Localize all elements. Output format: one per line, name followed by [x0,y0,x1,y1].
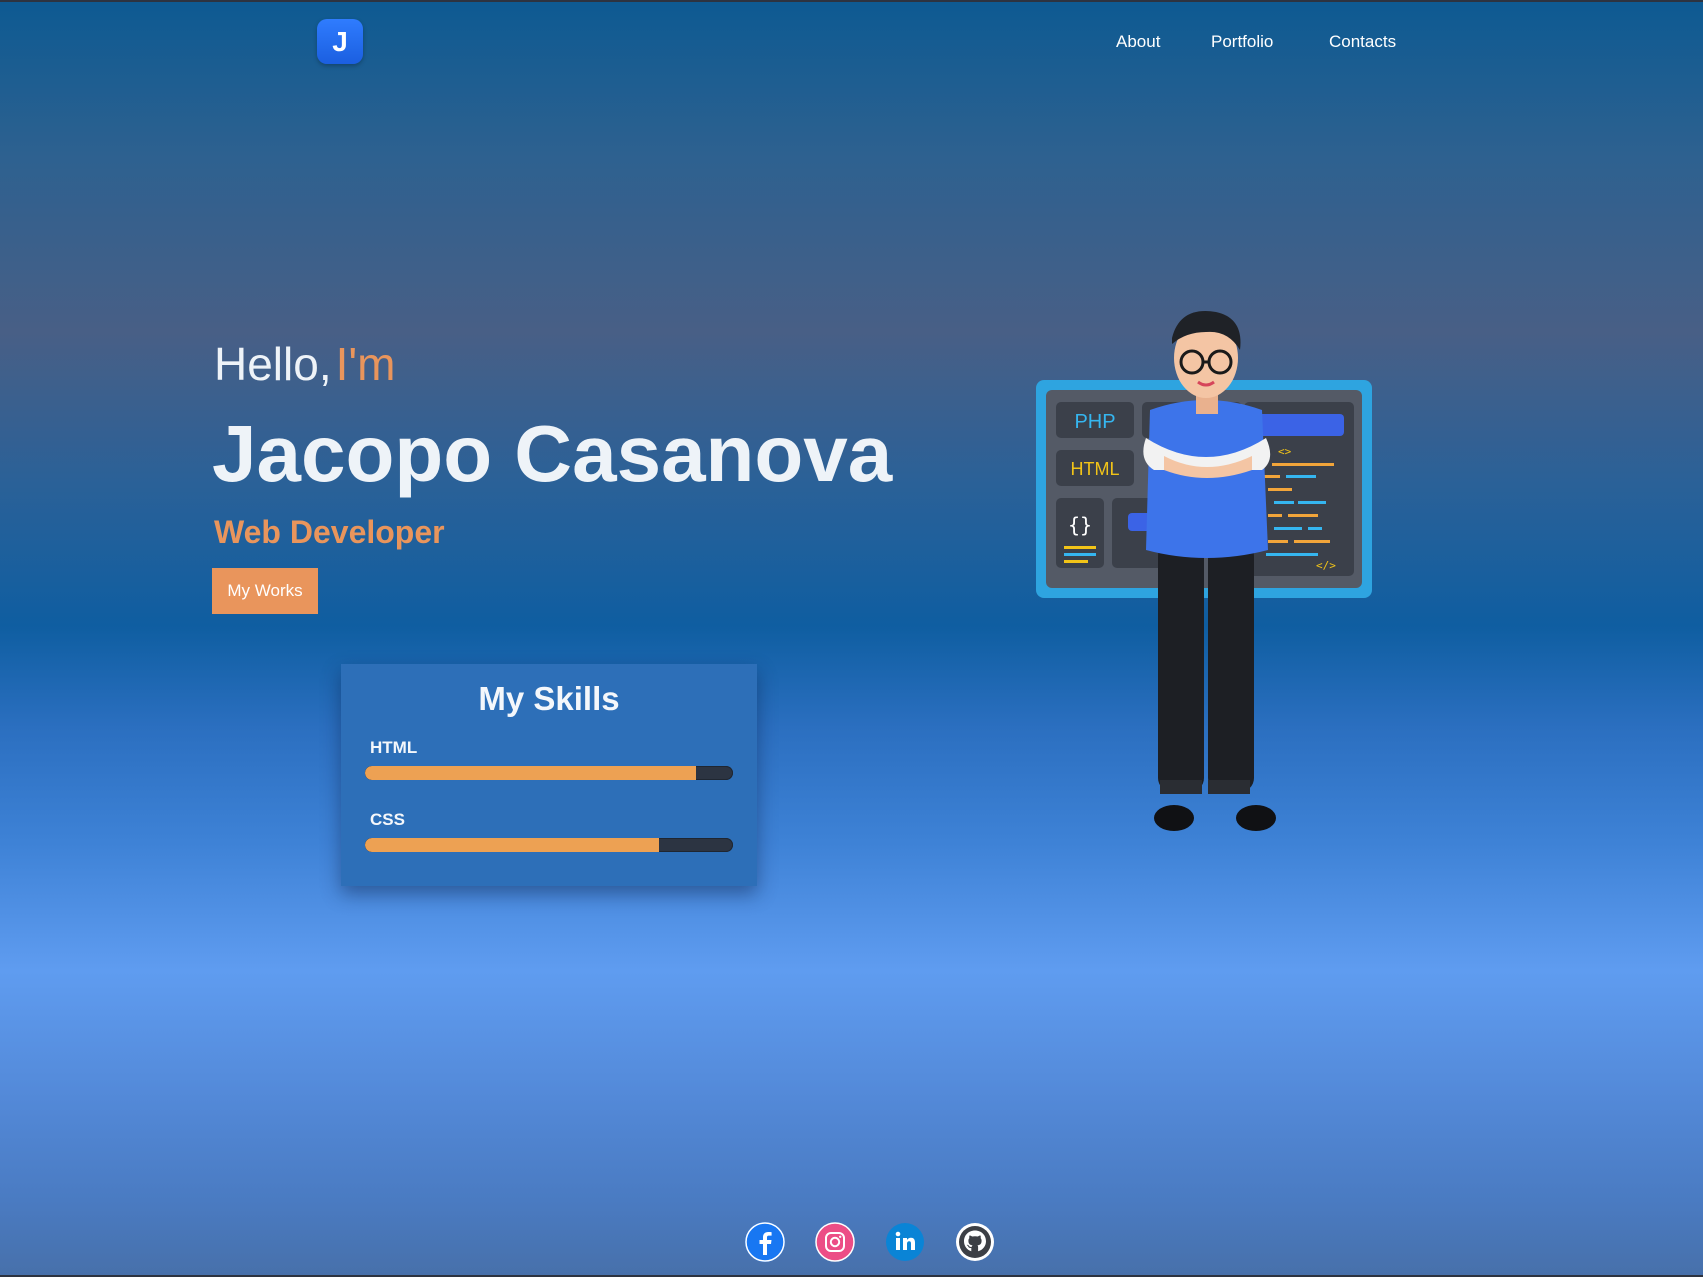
linkedin-link[interactable] [885,1222,925,1262]
top-border [0,0,1703,2]
facebook-icon [745,1222,785,1262]
skills-title: My Skills [478,680,620,717]
developer-illustration: PHP HTML {} <> </> [1036,311,1372,831]
code-tag-open: <> [1278,445,1292,458]
skill-bar-fill-html [365,766,697,780]
hero-greeting: Hello,I'm [214,336,396,392]
linkedin-icon [886,1223,924,1261]
facebook-link[interactable] [745,1222,785,1262]
greeting-accent: I'm [335,338,396,390]
php-tile-label: PHP [1074,411,1115,433]
site-logo[interactable]: J [317,19,363,64]
greeting-text: Hello, [214,338,332,390]
main-nav: About Portfolio Contacts [1100,30,1420,54]
instagram-link[interactable] [815,1222,855,1262]
skill-bar-fill-css [365,838,660,852]
hero-name: Jacopo Casanova [212,409,893,498]
nav-about-link[interactable]: About [1116,30,1160,54]
nav-contacts-link[interactable]: Contacts [1329,30,1396,54]
my-works-button[interactable]: My Works [212,568,318,614]
skills-card: My Skills HTML CSS [341,664,757,886]
skill-bar-css [365,838,733,852]
html-tile-label: HTML [1071,459,1120,479]
code-tag-close: </> [1316,559,1336,572]
braces-tile-label: {} [1068,513,1092,537]
github-icon [956,1223,994,1261]
skill-label-css: CSS [370,810,405,829]
skill-bar-html [365,766,733,780]
hero-role: Web Developer [214,514,445,550]
nav-portfolio-link[interactable]: Portfolio [1211,30,1273,54]
logo-letter: J [332,25,348,57]
github-link[interactable] [955,1222,995,1262]
instagram-icon [815,1222,855,1262]
skill-label-html: HTML [370,738,418,757]
